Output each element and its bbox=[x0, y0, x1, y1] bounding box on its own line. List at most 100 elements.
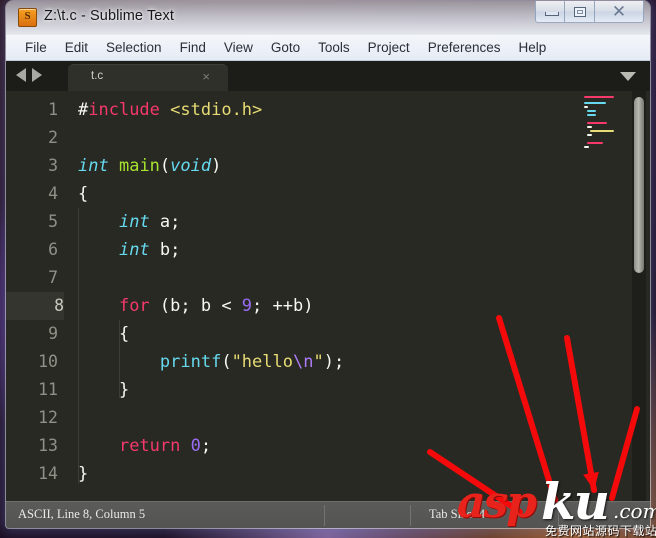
code-token: main bbox=[118, 156, 160, 176]
menu-item-view[interactable]: View bbox=[215, 37, 262, 59]
code-token: (b; b < bbox=[149, 296, 242, 316]
minimap-row bbox=[587, 110, 596, 112]
tab-close-icon[interactable]: × bbox=[202, 68, 210, 86]
code-token: ; ++b) bbox=[252, 296, 314, 316]
code-token: for bbox=[118, 296, 150, 316]
line-number-5: 5 bbox=[48, 212, 58, 231]
line-number-gutter: 1 2 3 4 5 6 7 8 9 10 11 12 13 14 bbox=[6, 91, 64, 501]
line-number-13: 13 bbox=[38, 436, 58, 455]
code-token: " bbox=[313, 352, 324, 372]
minimap[interactable] bbox=[580, 91, 628, 501]
code-token: include bbox=[88, 100, 160, 120]
minimap-row bbox=[584, 96, 614, 98]
code-token: { bbox=[78, 184, 89, 204]
line-number-1: 1 bbox=[48, 100, 58, 119]
menu-item-goto[interactable]: Goto bbox=[262, 37, 309, 59]
code-token: 0 bbox=[190, 436, 201, 456]
code-token: int bbox=[118, 212, 150, 232]
line-number-12: 12 bbox=[38, 408, 58, 427]
code-token: ; bbox=[200, 436, 212, 456]
tab-nav-arrows bbox=[16, 68, 42, 82]
maximize-button[interactable] bbox=[565, 1, 595, 23]
menu-item-selection[interactable]: Selection bbox=[97, 37, 171, 59]
menu-item-help[interactable]: Help bbox=[510, 37, 556, 59]
menu-item-tools[interactable]: Tools bbox=[309, 37, 359, 59]
code-line-14[interactable]: } bbox=[78, 460, 88, 488]
code-content[interactable]: #include <stdio.h> int main(void) { int a;… bbox=[64, 91, 650, 501]
code-token: { bbox=[78, 324, 130, 344]
minimize-button[interactable] bbox=[535, 1, 565, 23]
minimap-row bbox=[584, 102, 606, 104]
minimap-row bbox=[587, 122, 607, 124]
status-encoding-position: ASCII, Line 8, Column 5 bbox=[18, 507, 146, 521]
line-number-9: 9 bbox=[48, 324, 58, 343]
menu-item-edit[interactable]: Edit bbox=[56, 37, 97, 59]
status-bar: ASCII, Line 8, Column 5 Tab Size: 4 bbox=[6, 501, 650, 528]
close-button[interactable]: ✕ bbox=[595, 1, 644, 23]
menu-bar: File Edit Selection Find View Goto Tools Projec… bbox=[6, 36, 650, 61]
sublime-text-window: S Z:\t.c - Sublime Text ✕ File Edit Select… bbox=[6, 1, 650, 528]
code-token: \n bbox=[292, 352, 314, 372]
status-tab-size[interactable]: Tab Size: 4 bbox=[429, 507, 485, 522]
code-line-5[interactable]: int a; bbox=[78, 208, 180, 236]
status-separator-2 bbox=[410, 505, 411, 526]
code-token: void bbox=[170, 156, 212, 176]
editor-vertical-scrollbar[interactable] bbox=[632, 91, 646, 501]
scrollbar-thumb[interactable] bbox=[634, 97, 644, 273]
maximize-icon bbox=[574, 7, 586, 17]
code-line-13[interactable]: return 0; bbox=[78, 432, 211, 460]
code-token: ); bbox=[323, 352, 345, 372]
code-line-10[interactable]: printf("hello\n"); bbox=[78, 348, 344, 376]
app-icon-letter: S bbox=[24, 10, 31, 22]
code-token: } bbox=[78, 380, 130, 400]
line-number-11: 11 bbox=[38, 380, 58, 399]
code-line-11[interactable]: } bbox=[78, 376, 129, 404]
sublime-workspace: t.c × 1 2 3 4 5 6 7 8 9 10 11 12 13 14 #include <stdi… bbox=[6, 61, 650, 501]
code-token: int bbox=[118, 240, 150, 260]
minimap-row bbox=[587, 126, 592, 128]
menu-item-find[interactable]: Find bbox=[171, 37, 215, 59]
next-tab-icon[interactable] bbox=[32, 68, 42, 82]
menu-item-project[interactable]: Project bbox=[359, 37, 419, 59]
code-line-4[interactable]: { bbox=[78, 180, 88, 208]
minimap-row bbox=[587, 114, 596, 116]
line-number-7: 7 bbox=[48, 268, 58, 287]
window-title-bar[interactable]: S Z:\t.c - Sublime Text ✕ bbox=[6, 1, 650, 36]
code-line-1[interactable]: #include <stdio.h> bbox=[78, 96, 262, 124]
code-token: <stdio.h> bbox=[170, 100, 263, 120]
chevron-down-icon[interactable] bbox=[620, 72, 636, 81]
menu-item-preferences[interactable]: Preferences bbox=[419, 37, 510, 59]
code-token: b; bbox=[149, 240, 181, 260]
code-line-3[interactable]: int main(void) bbox=[78, 152, 221, 180]
menu-item-file[interactable]: File bbox=[16, 37, 56, 59]
code-token: printf bbox=[159, 352, 222, 372]
tab-t-c[interactable]: t.c × bbox=[68, 64, 228, 91]
status-separator-1 bbox=[324, 505, 325, 526]
desktop-background: S Z:\t.c - Sublime Text ✕ File Edit Select… bbox=[0, 0, 656, 538]
code-line-8[interactable]: for (b; b < 9; ++b) bbox=[78, 292, 314, 320]
tab-label: t.c bbox=[91, 70, 104, 82]
code-line-9[interactable]: { bbox=[78, 320, 129, 348]
previous-tab-icon[interactable] bbox=[16, 68, 26, 82]
minimap-row bbox=[587, 142, 603, 144]
code-token: ( bbox=[159, 156, 171, 176]
code-token: ) bbox=[211, 156, 222, 176]
code-line-6[interactable]: int b; bbox=[78, 236, 180, 264]
line-number-8: 8 bbox=[6, 292, 64, 320]
line-number-2: 2 bbox=[48, 128, 58, 147]
line-number-6: 6 bbox=[48, 240, 58, 259]
code-token: 9 bbox=[241, 296, 253, 316]
line-number-4: 4 bbox=[48, 184, 58, 203]
indent-guide-level-1 bbox=[78, 208, 79, 484]
window-controls: ✕ bbox=[535, 1, 644, 24]
indent-guide-level-2 bbox=[119, 320, 120, 398]
code-editor[interactable]: 1 2 3 4 5 6 7 8 9 10 11 12 13 14 #include <stdio.h> in… bbox=[6, 91, 650, 501]
line-number-14: 14 bbox=[38, 464, 58, 483]
minimap-row bbox=[590, 130, 614, 132]
